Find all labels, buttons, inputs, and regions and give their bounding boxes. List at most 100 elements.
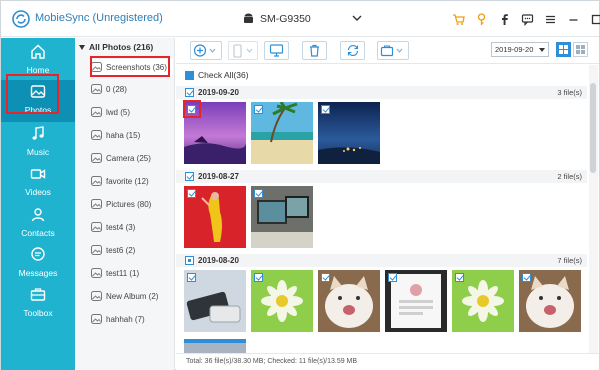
album-item[interactable]: haha (15) [91, 127, 173, 143]
facebook-icon[interactable] [495, 10, 513, 28]
photo-thumbnail[interactable] [184, 339, 246, 353]
list-view-icon[interactable] [573, 42, 588, 57]
album-label: hahhah (7) [106, 314, 145, 324]
group-count: 7 file(s) [557, 256, 582, 265]
delete-button[interactable] [302, 41, 327, 60]
photo-thumbnail[interactable] [519, 270, 581, 332]
date-group-header: 2019-08-27 2 file(s) [176, 170, 587, 183]
album-item[interactable]: test6 (2) [91, 242, 173, 258]
group-checkbox[interactable] [185, 172, 194, 181]
album-icon [91, 314, 102, 324]
sidebar-item-contacts[interactable]: Contacts [1, 203, 75, 245]
photo-thumbnail[interactable] [184, 270, 246, 332]
group-date: 2019-09-20 [198, 88, 239, 97]
photo-checkbox[interactable] [522, 273, 531, 282]
album-header-label: All Photos (216) [89, 42, 154, 52]
photo-thumbnail[interactable] [251, 270, 313, 332]
album-item[interactable]: favorite (12) [91, 173, 173, 189]
contacts-icon [31, 208, 45, 222]
toolbox-dropdown-icon [380, 45, 403, 57]
album-icon [91, 176, 102, 186]
photo-thumbnail[interactable] [452, 270, 514, 332]
android-icon [244, 13, 253, 23]
photo-checkbox[interactable] [321, 105, 330, 114]
toolbox-icon [30, 288, 46, 301]
album-icon [91, 84, 102, 94]
device-selector[interactable]: SM-G9350 [243, 11, 362, 27]
refresh-button[interactable] [340, 41, 365, 60]
minimize-icon[interactable] [564, 10, 582, 28]
album-item[interactable]: test11 (1) [91, 265, 173, 281]
sidebar-item-videos[interactable]: Videos [1, 162, 75, 204]
toolbar: 2019-09-20 [176, 38, 599, 64]
photo-thumbnail[interactable] [318, 102, 380, 164]
sidebar-item-label: Videos [25, 187, 51, 197]
photo-thumbnail[interactable] [318, 270, 380, 332]
group-checkbox[interactable] [185, 88, 194, 97]
album-icon [91, 199, 102, 209]
sidebar-item-music[interactable]: Music [1, 122, 75, 164]
photo-thumbnail[interactable] [184, 186, 246, 248]
check-all-label: Check All(36) [198, 70, 249, 80]
album-item[interactable]: hahhah (7) [91, 311, 173, 327]
delete-icon [310, 44, 319, 57]
sidebar-item-messages[interactable]: Messages [1, 243, 75, 285]
toolbox-dropdown-button[interactable] [377, 41, 409, 60]
scrollbar[interactable] [589, 65, 598, 353]
album-icon [91, 268, 102, 278]
album-header[interactable]: All Photos (216) [79, 42, 153, 52]
album-item[interactable]: 0 (28) [91, 81, 173, 97]
photo-checkbox[interactable] [187, 273, 196, 282]
album-icon [91, 291, 102, 301]
cart-icon[interactable] [449, 10, 467, 28]
photo-checkbox[interactable] [254, 273, 263, 282]
album-icon [91, 107, 102, 117]
menu-icon[interactable] [541, 10, 559, 28]
pc-export-icon [269, 44, 284, 57]
album-label: test4 (3) [106, 222, 136, 232]
album-item[interactable]: lwd (5) [91, 104, 173, 120]
highlight-box [183, 100, 201, 118]
main-panel: 2019-09-20 Check All(36) 2019-09-20 3 fi… [176, 38, 599, 370]
album-item[interactable]: test4 (3) [91, 219, 173, 235]
feedback-icon[interactable] [518, 10, 536, 28]
album-item[interactable]: Pictures (80) [91, 196, 173, 212]
scrollbar-thumb[interactable] [590, 83, 596, 173]
album-icon [91, 153, 102, 163]
photo-checkbox[interactable] [455, 273, 464, 282]
key-icon[interactable] [472, 10, 490, 28]
date-group-header: 2019-09-20 3 file(s) [176, 86, 587, 99]
photo-checkbox[interactable] [321, 273, 330, 282]
export-to-device-button[interactable] [228, 41, 258, 60]
export-to-pc-button[interactable] [264, 41, 289, 60]
photo-checkbox[interactable] [187, 189, 196, 198]
group-date: 2019-08-20 [198, 256, 239, 265]
date-filter-select[interactable]: 2019-09-20 [491, 42, 549, 57]
maximize-icon[interactable] [587, 10, 600, 28]
album-list: All Photos (216) Screenshots (36) 0 (28)… [75, 38, 175, 370]
date-filter-value: 2019-09-20 [495, 45, 534, 54]
sidebar-item-label: Music [26, 147, 50, 157]
group-date: 2019-08-27 [198, 172, 239, 181]
chevron-down-icon[interactable] [351, 12, 363, 24]
album-icon [91, 130, 102, 140]
photo-thumbnail[interactable] [385, 270, 447, 332]
album-icon [91, 245, 102, 255]
group-checkbox[interactable] [185, 256, 194, 265]
grid-view-icon[interactable] [556, 42, 571, 57]
album-label: New Album (2) [106, 291, 159, 301]
sidebar-item-toolbox[interactable]: Toolbox [1, 283, 75, 325]
check-all[interactable]: Check All(36) [185, 70, 249, 80]
photo-checkbox[interactable] [254, 105, 263, 114]
album-item[interactable]: New Album (2) [91, 288, 173, 304]
photo-thumbnail[interactable] [251, 102, 313, 164]
photo-checkbox[interactable] [388, 273, 397, 282]
album-item[interactable]: Camera (25) [91, 150, 173, 166]
titlebar-actions [449, 10, 600, 28]
highlight-box [90, 56, 170, 77]
photo-thumbnail[interactable] [251, 186, 313, 248]
photo-checkbox[interactable] [254, 189, 263, 198]
check-all-checkbox[interactable] [185, 70, 194, 80]
add-button[interactable] [190, 41, 222, 60]
add-icon [193, 44, 216, 57]
